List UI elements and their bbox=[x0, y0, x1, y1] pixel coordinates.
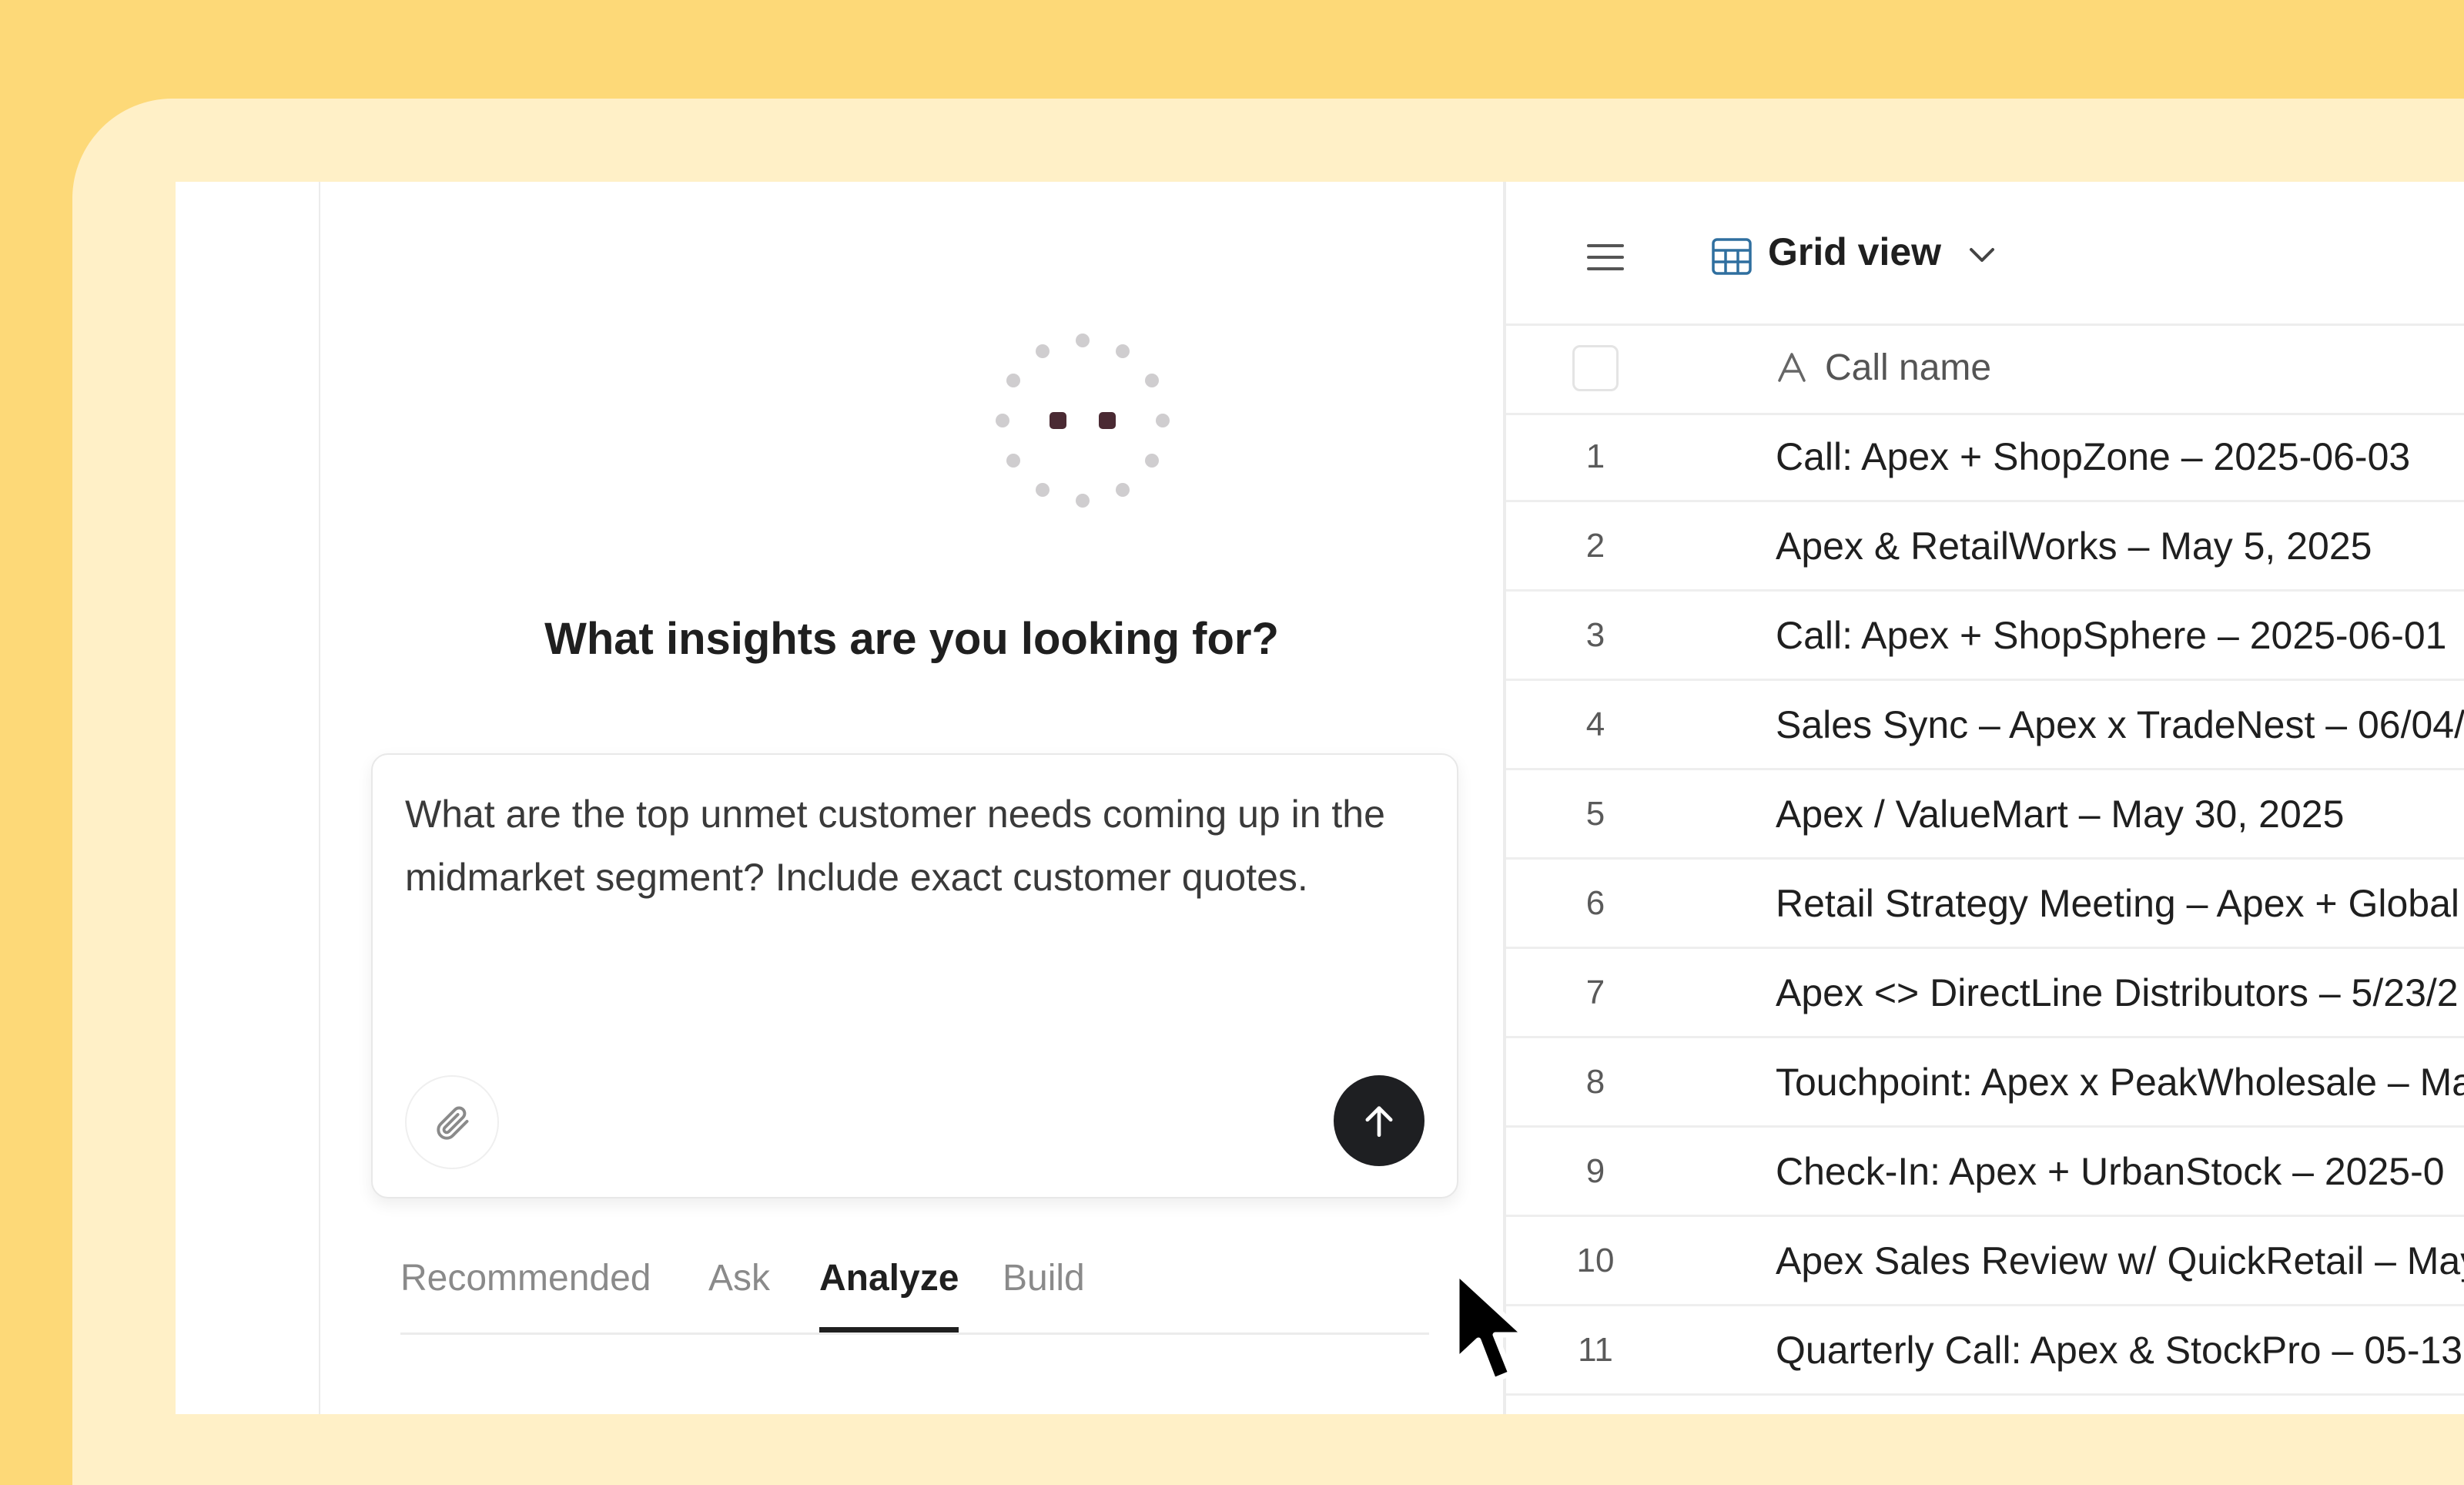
call-name-cell[interactable]: Check-In: Apex + UrbanStock – 2025-0 bbox=[1776, 1149, 2445, 1194]
select-all-checkbox[interactable] bbox=[1572, 345, 1619, 391]
table-row[interactable]: 2 Apex & RetailWorks – May 5, 2025 bbox=[1506, 502, 2464, 592]
tab-ask[interactable]: Ask bbox=[708, 1248, 770, 1328]
row-number: 6 bbox=[1585, 884, 1605, 922]
spinner-dot bbox=[996, 414, 1009, 427]
table-row[interactable]: 11 Quarterly Call: Apex & StockPro – 05-1… bbox=[1506, 1306, 2464, 1396]
table-row[interactable]: 6 Retail Strategy Meeting – Apex + Global bbox=[1506, 860, 2464, 949]
tab-analyze[interactable]: Analyze bbox=[819, 1248, 959, 1332]
app-window: What insights are you looking for? What … bbox=[176, 182, 2464, 1414]
view-switcher-label[interactable]: Grid view bbox=[1768, 230, 1941, 274]
table-row[interactable]: 4 Sales Sync – Apex x TradeNest – 06/04/ bbox=[1506, 681, 2464, 770]
spinner-dot bbox=[1006, 374, 1020, 387]
spinner-dot bbox=[1145, 454, 1160, 468]
call-name-cell[interactable]: Touchpoint: Apex x PeakWholesale – Ma bbox=[1776, 1060, 2464, 1105]
call-name-cell[interactable]: Retail Strategy Meeting – Apex + Global bbox=[1776, 881, 2459, 926]
mouse-pointer-icon bbox=[1454, 1269, 1528, 1383]
grid-toolbar: Grid view bbox=[1506, 182, 2464, 326]
spinner-dot bbox=[1036, 344, 1050, 358]
attach-button[interactable] bbox=[405, 1075, 499, 1169]
mode-tabs: Recommended Ask Analyze Build bbox=[400, 1248, 1429, 1335]
menu-icon[interactable] bbox=[1586, 242, 1625, 273]
row-number: 3 bbox=[1585, 616, 1605, 654]
row-number: 7 bbox=[1585, 974, 1605, 1011]
row-number: 5 bbox=[1585, 795, 1605, 833]
row-number: 1 bbox=[1585, 437, 1605, 475]
call-name-cell[interactable]: Apex & RetailWorks – May 5, 2025 bbox=[1776, 524, 2372, 568]
call-name-cell[interactable]: Quarterly Call: Apex & StockPro – 05-13 bbox=[1776, 1328, 2462, 1373]
spinner-eye bbox=[1099, 412, 1116, 429]
row-number: 9 bbox=[1585, 1152, 1605, 1190]
call-name-cell[interactable]: Apex Sales Review w/ QuickRetail – May bbox=[1776, 1239, 2464, 1283]
call-name-cell[interactable]: Apex / ValueMart – May 30, 2025 bbox=[1776, 792, 2344, 836]
prompt-text[interactable]: What are the top unmet customer needs co… bbox=[405, 783, 1421, 909]
grid-header-row: Call name bbox=[1506, 323, 2464, 415]
left-rail bbox=[176, 182, 320, 1414]
call-name-cell[interactable]: Apex <> DirectLine Distributors – 5/23/2 bbox=[1776, 970, 2459, 1015]
row-number: 8 bbox=[1585, 1063, 1605, 1101]
table-row[interactable]: 7 Apex <> DirectLine Distributors – 5/23/… bbox=[1506, 949, 2464, 1038]
chevron-down-icon[interactable] bbox=[1967, 243, 1997, 266]
spinner-dot bbox=[1076, 334, 1090, 347]
table-row[interactable]: 10 Apex Sales Review w/ QuickRetail – May bbox=[1506, 1217, 2464, 1306]
spinner-dot bbox=[1076, 494, 1090, 508]
assistant-headline: What insights are you looking for? bbox=[544, 614, 1279, 664]
table-row[interactable]: 1 Call: Apex + ShopZone – 2025-06-03 bbox=[1506, 413, 2464, 502]
grid-panel: Grid view Call name 1 Call: Apex + ShopZo… bbox=[1506, 182, 2464, 1414]
spinner-dot bbox=[1145, 374, 1160, 387]
table-row[interactable]: 9 Check-In: Apex + UrbanStock – 2025-0 bbox=[1506, 1128, 2464, 1217]
arrow-up-icon bbox=[1365, 1106, 1393, 1137]
grid-rows: 1 Call: Apex + ShopZone – 2025-06-03 2 Apex… bbox=[1506, 413, 2464, 1396]
call-name-cell[interactable]: Call: Apex + ShopSphere – 2025-06-01 bbox=[1776, 613, 2446, 658]
call-name-cell[interactable]: Call: Apex + ShopZone – 2025-06-03 bbox=[1776, 434, 2410, 479]
spinner-dot bbox=[1116, 344, 1130, 358]
row-number: 4 bbox=[1585, 706, 1605, 743]
call-name-cell[interactable]: Sales Sync – Apex x TradeNest – 06/04/ bbox=[1776, 702, 2464, 747]
paperclip-icon bbox=[437, 1106, 469, 1140]
text-field-icon bbox=[1778, 353, 1806, 382]
spinner-eye bbox=[1050, 412, 1066, 429]
tab-recommended[interactable]: Recommended bbox=[400, 1248, 651, 1328]
assistant-panel: What insights are you looking for? What … bbox=[320, 182, 1503, 1414]
table-row[interactable]: 5 Apex / ValueMart – May 30, 2025 bbox=[1506, 770, 2464, 860]
spinner-dot bbox=[1006, 454, 1020, 468]
table-row[interactable]: 3 Call: Apex + ShopSphere – 2025-06-01 bbox=[1506, 592, 2464, 681]
row-number: 2 bbox=[1585, 527, 1605, 565]
spinner-dot bbox=[1156, 414, 1170, 427]
send-button[interactable] bbox=[1334, 1075, 1424, 1166]
spinner-dot bbox=[1116, 483, 1130, 498]
column-header-call-name[interactable]: Call name bbox=[1825, 347, 1991, 389]
grid-view-icon bbox=[1712, 238, 1752, 275]
tab-build[interactable]: Build bbox=[1003, 1248, 1085, 1328]
loading-spinner-icon bbox=[983, 320, 1183, 521]
prompt-input[interactable]: What are the top unmet customer needs co… bbox=[371, 753, 1458, 1198]
spinner-dot bbox=[1036, 483, 1050, 498]
table-row[interactable]: 8 Touchpoint: Apex x PeakWholesale – Ma bbox=[1506, 1038, 2464, 1128]
